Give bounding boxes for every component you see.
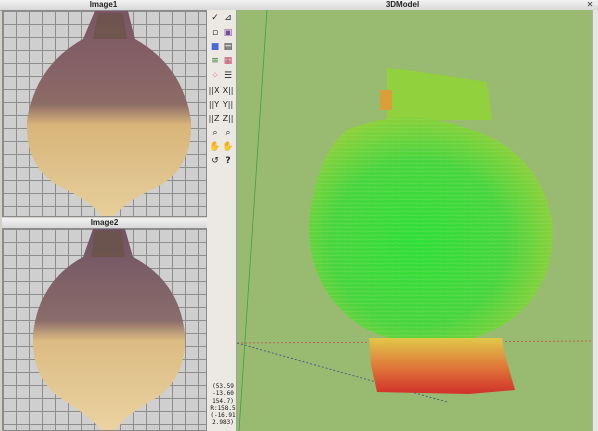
- y-axis-line: [238, 10, 268, 431]
- scrollbar[interactable]: [592, 10, 598, 431]
- zoom-out-icon[interactable]: ⌕: [222, 127, 234, 139]
- open-icon[interactable]: ▫: [209, 27, 221, 39]
- chart-icon[interactable]: ⊿: [222, 12, 234, 24]
- 3d-viewport[interactable]: [237, 10, 592, 431]
- help-icon[interactable]: ?: [222, 155, 234, 167]
- z-right-button[interactable]: Z||: [222, 113, 234, 125]
- square-icon[interactable]: ▣: [222, 27, 234, 39]
- check-icon[interactable]: ✓: [209, 12, 221, 24]
- x-left-button[interactable]: ||X: [208, 85, 220, 97]
- coordinate-readout: (53.59 -13.60 154.7) R:158.5 (-16.91 2.9…: [210, 383, 236, 427]
- rotate-icon[interactable]: ↺: [209, 155, 221, 167]
- pan-right-icon[interactable]: ✋: [222, 141, 234, 153]
- y-right-button[interactable]: Y||: [222, 99, 234, 111]
- pan-left-icon[interactable]: ✋: [209, 141, 221, 153]
- layers-icon[interactable]: ≡: [209, 55, 221, 67]
- point-cloud-model: [237, 10, 592, 431]
- turnip-photo-1: [26, 11, 192, 216]
- points-icon[interactable]: ⁘: [209, 70, 221, 82]
- z-left-button[interactable]: ||Z: [208, 113, 220, 125]
- image1-pane: [2, 10, 207, 217]
- y-left-button[interactable]: ||Y: [208, 99, 220, 111]
- save-icon[interactable]: ▤: [222, 41, 234, 53]
- turnip-photo-2: [32, 229, 186, 430]
- texture-icon[interactable]: ▦: [222, 55, 234, 67]
- toolbar: ✓ ⊿ ▫ ▣ ■ ▤ ≡ ▦ ⁘ ☰ ||X X|| ||Y Y|| ||Z …: [207, 10, 237, 431]
- x-right-button[interactable]: X||: [222, 85, 234, 97]
- blue-square-icon[interactable]: ■: [209, 41, 221, 53]
- zoom-in-icon[interactable]: ⌕: [209, 127, 221, 139]
- close-icon[interactable]: ✕: [583, 0, 597, 10]
- image2-pane: [2, 228, 207, 431]
- lines-icon[interactable]: ☰: [222, 70, 234, 82]
